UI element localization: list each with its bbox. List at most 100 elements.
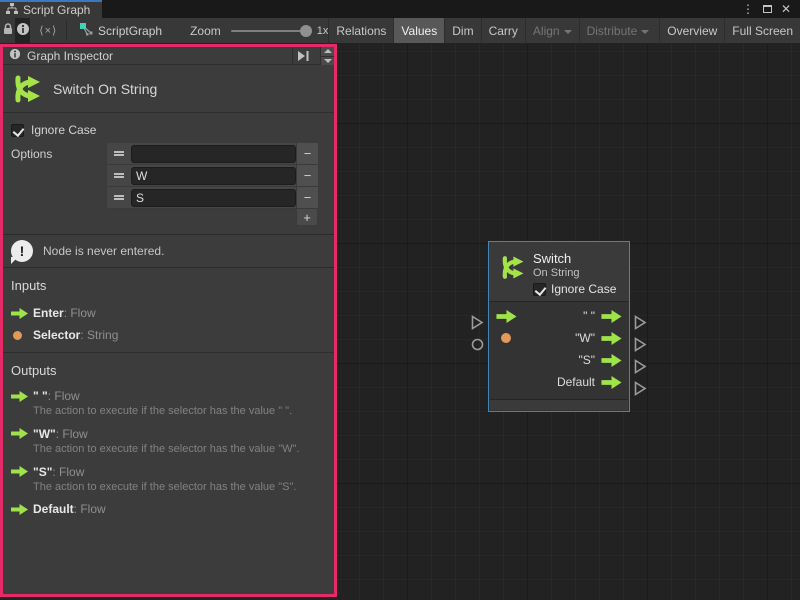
input-port-row: Enter : Flow — [11, 302, 326, 324]
unity-script-graph-window: { "colors": { "flow_green": "#9fe34b", "… — [0, 0, 800, 600]
scroll-up-button[interactable] — [321, 47, 334, 56]
ignore-case-checkbox[interactable] — [11, 124, 24, 137]
relations-button[interactable]: Relations — [328, 18, 393, 43]
node-subtitle: On String — [533, 267, 623, 279]
hierarchy-icon — [6, 3, 18, 18]
remove-option-button[interactable]: − — [296, 187, 318, 208]
external-flow-output-connector[interactable] — [634, 359, 647, 374]
graph-breadcrumb[interactable]: ScriptGraph — [67, 18, 172, 43]
node-ignore-case-row: Ignore Case — [533, 282, 623, 296]
triangle-down-icon — [324, 59, 332, 63]
string-value-icon — [13, 331, 22, 340]
kebab-menu-icon[interactable]: ⋮ — [742, 3, 754, 15]
input-port-row: Selector : String — [11, 324, 326, 346]
external-flow-output-connector[interactable] — [634, 337, 647, 352]
drag-handle-icon[interactable] — [107, 143, 131, 164]
distribute-button[interactable]: Distribute — [579, 18, 657, 43]
dock-icon — [297, 50, 310, 62]
info-icon — [16, 22, 30, 39]
output-port-icon[interactable] — [601, 354, 622, 367]
external-flow-output-connector[interactable] — [634, 381, 647, 396]
switch-node-icon — [499, 254, 526, 281]
inspector-toggle-button[interactable] — [15, 18, 30, 43]
lock-button[interactable] — [0, 18, 15, 43]
options-footer: + — [107, 209, 318, 226]
output-port-icon[interactable] — [601, 310, 622, 323]
port-row: Default — [489, 371, 629, 393]
output-port-icon[interactable] — [601, 376, 622, 389]
port-row: "S" — [489, 349, 629, 371]
port-row: " " — [489, 305, 629, 327]
ignore-case-label: Ignore Case — [31, 123, 96, 137]
warning-text: Node is never entered. — [43, 244, 164, 258]
output-port-block: " " : Flow The action to execute if the … — [11, 387, 326, 419]
scroll-down-button[interactable] — [321, 56, 334, 65]
close-icon[interactable]: ✕ — [781, 3, 791, 15]
options-list: − − − + — [107, 143, 318, 226]
switch-on-string-node[interactable]: Switch On String Ignore Case " " "W" — [488, 241, 630, 412]
toolbar-buttons: Relations Values Dim Carry Align Distrib… — [328, 18, 800, 43]
maximize-icon[interactable] — [763, 5, 772, 13]
ignore-case-checkbox[interactable] — [533, 283, 546, 296]
lock-icon — [1, 22, 15, 39]
external-flow-output-connector[interactable] — [634, 315, 647, 330]
overview-button[interactable]: Overview — [659, 18, 724, 43]
port-type: : Flow — [48, 389, 80, 403]
graph-icon — [79, 22, 93, 39]
carry-button[interactable]: Carry — [481, 18, 525, 43]
external-flow-input-connector[interactable] — [471, 315, 484, 330]
option-value-input[interactable] — [131, 189, 296, 207]
output-port-block: Default : Flow — [11, 500, 326, 518]
dock-inspector-button[interactable] — [292, 48, 314, 64]
output-port-icon[interactable] — [601, 332, 622, 345]
node-body: " " "W" "S" Default — [489, 302, 629, 399]
chevron-down-icon — [564, 30, 572, 34]
port-label: Default — [557, 375, 595, 389]
window-controls: ⋮ ✕ — [742, 0, 800, 18]
enter-port-icon[interactable] — [496, 310, 517, 323]
graph-canvas[interactable]: Switch On String Ignore Case " " "W" — [337, 44, 800, 600]
remove-option-button[interactable]: − — [296, 165, 318, 186]
option-item: − — [107, 187, 318, 209]
port-description: The action to execute if the selector ha… — [33, 443, 326, 457]
zoom-slider[interactable] — [231, 30, 309, 32]
inspector-empty-area — [3, 528, 334, 594]
node-footer — [490, 399, 628, 410]
inputs-section: Inputs Enter : Flow Selector : String — [3, 268, 334, 352]
align-button[interactable]: Align — [525, 18, 579, 43]
drag-handle-icon[interactable] — [107, 187, 131, 208]
selector-port-icon[interactable] — [501, 333, 511, 343]
option-value-input[interactable] — [131, 145, 296, 163]
graph-name: ScriptGraph — [98, 24, 162, 38]
dim-button[interactable]: Dim — [444, 18, 480, 43]
inspector-header-title: Graph Inspector — [27, 49, 113, 63]
triangle-up-icon — [324, 49, 332, 53]
flow-arrow-icon — [11, 466, 28, 477]
flow-arrow-icon — [11, 428, 28, 439]
titlebar: Script Graph ⋮ ✕ — [0, 0, 800, 18]
zoom-control: Zoom 1x — [172, 18, 328, 43]
node-header[interactable]: Switch On String Ignore Case — [489, 242, 629, 302]
port-name: Selector — [33, 328, 80, 342]
fullscreen-button[interactable]: Full Screen — [724, 18, 800, 43]
external-value-input-connector[interactable] — [471, 338, 484, 351]
outputs-section: Outputs " " : Flow The action to execute… — [3, 352, 334, 528]
add-option-button[interactable]: + — [296, 209, 318, 226]
tab-label: Script Graph — [23, 3, 90, 17]
drag-handle-icon[interactable] — [107, 165, 131, 186]
inspector-header: Graph Inspector — [3, 47, 334, 65]
values-button[interactable]: Values — [393, 18, 444, 43]
ignore-case-label: Ignore Case — [551, 282, 616, 296]
port-label: " " — [583, 309, 595, 323]
option-value-input[interactable] — [131, 167, 296, 185]
remove-option-button[interactable]: − — [296, 143, 318, 164]
port-row: "W" — [489, 327, 629, 349]
zoom-slider-handle[interactable] — [300, 25, 312, 37]
warning-banner: ! Node is never entered. — [3, 234, 334, 268]
port-description: The action to execute if the selector ha… — [33, 405, 326, 419]
tab-script-graph[interactable]: Script Graph — [0, 0, 102, 18]
info-icon — [9, 48, 21, 63]
switch-node-icon — [11, 73, 43, 105]
ports-button[interactable]: ⟨×⟩ — [30, 18, 66, 43]
option-item: − — [107, 143, 318, 165]
